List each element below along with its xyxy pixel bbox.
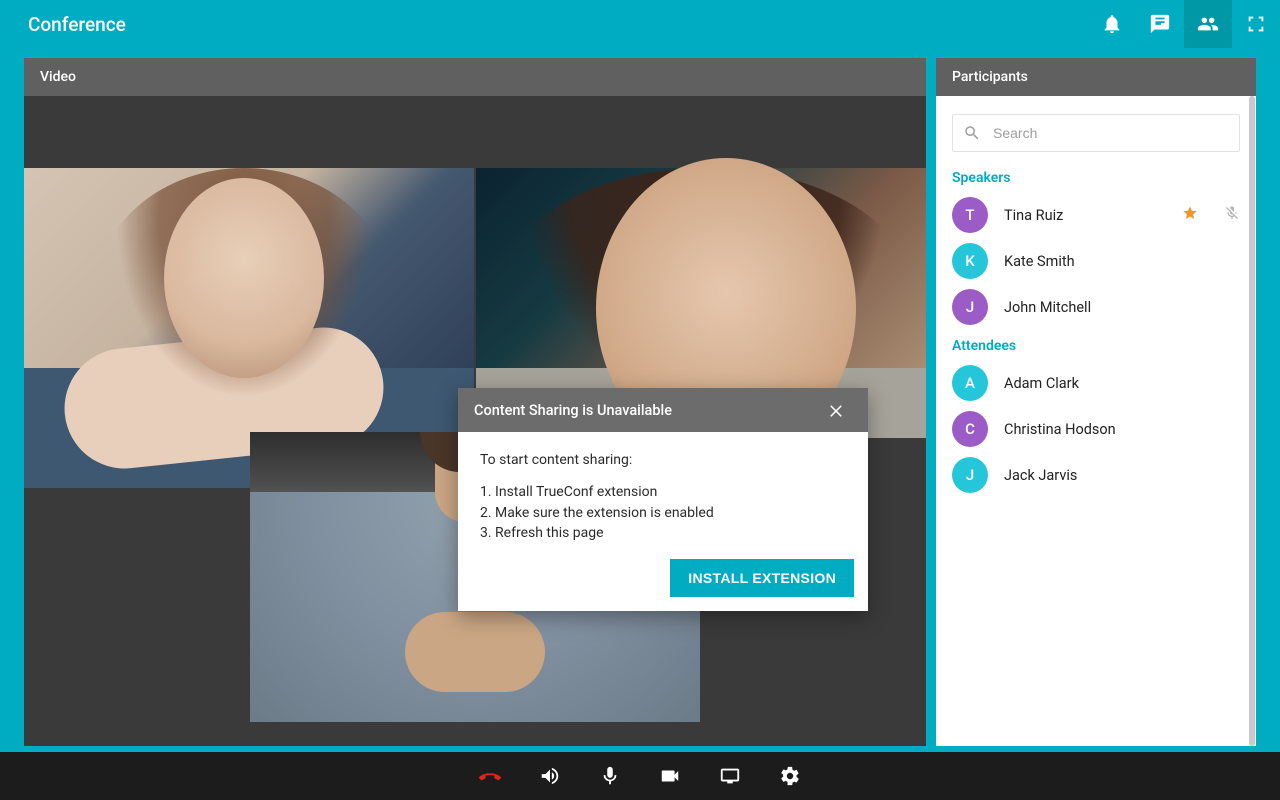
mic-icon bbox=[599, 765, 621, 787]
video-panel-header: Video bbox=[24, 58, 926, 96]
participant-row[interactable]: J John Mitchell bbox=[936, 284, 1256, 330]
video-panel: Video Content Sharing is Una bbox=[24, 58, 926, 746]
fullscreen-icon bbox=[1245, 13, 1267, 35]
search-icon bbox=[963, 124, 981, 142]
settings-button[interactable] bbox=[775, 761, 805, 791]
participant-name: Kate Smith bbox=[1004, 253, 1240, 270]
mic-button[interactable] bbox=[595, 761, 625, 791]
dialog-intro: To start content sharing: bbox=[480, 450, 846, 470]
avatar: J bbox=[952, 457, 988, 493]
speakers-label: Speakers bbox=[936, 162, 1256, 192]
bottom-bar bbox=[0, 752, 1280, 800]
participant-row[interactable]: T Tina Ruiz bbox=[936, 192, 1256, 238]
people-icon bbox=[1197, 13, 1219, 35]
participant-row[interactable]: K Kate Smith bbox=[936, 238, 1256, 284]
avatar: C bbox=[952, 411, 988, 447]
participant-row[interactable]: J Jack Jarvis bbox=[936, 452, 1256, 498]
camera-button[interactable] bbox=[655, 761, 685, 791]
avatar: J bbox=[952, 289, 988, 325]
dialog-step: 2. Make sure the extension is enabled bbox=[480, 503, 846, 523]
participant-name: Adam Clark bbox=[1004, 375, 1240, 392]
gear-icon bbox=[779, 765, 801, 787]
participant-name: John Mitchell bbox=[1004, 299, 1240, 316]
camera-icon bbox=[659, 765, 681, 787]
main-area: Video Content Sharing is Una bbox=[0, 48, 1280, 752]
fullscreen-button[interactable] bbox=[1232, 0, 1280, 48]
screen-share-icon bbox=[719, 765, 741, 787]
participant-row[interactable]: A Adam Clark bbox=[936, 360, 1256, 406]
dialog-title: Content Sharing is Unavailable bbox=[474, 402, 672, 419]
speakers-list: T Tina Ruiz K Kate Smith J John Mitchell bbox=[936, 192, 1256, 330]
video-tile[interactable] bbox=[24, 168, 474, 430]
notifications-button[interactable] bbox=[1088, 0, 1136, 48]
hangup-button[interactable] bbox=[475, 761, 505, 791]
hangup-icon bbox=[477, 765, 503, 787]
participants-button[interactable] bbox=[1184, 0, 1232, 48]
speaker-button[interactable] bbox=[535, 761, 565, 791]
video-grid: Content Sharing is Unavailable To start … bbox=[24, 96, 926, 746]
search-input[interactable] bbox=[993, 125, 1229, 141]
scrollbar[interactable] bbox=[1249, 96, 1255, 746]
participant-row[interactable]: C Christina Hodson bbox=[936, 406, 1256, 452]
participant-name: Christina Hodson bbox=[1004, 421, 1240, 438]
close-icon bbox=[827, 401, 845, 419]
dialog-close-button[interactable] bbox=[820, 401, 852, 419]
dialog-header: Content Sharing is Unavailable bbox=[458, 388, 868, 432]
mic-off-icon bbox=[1224, 205, 1240, 225]
avatar: K bbox=[952, 243, 988, 279]
attendees-label: Attendees bbox=[936, 330, 1256, 360]
page-title: Conference bbox=[28, 13, 1088, 36]
content-sharing-dialog: Content Sharing is Unavailable To start … bbox=[458, 388, 868, 611]
chat-button[interactable] bbox=[1136, 0, 1184, 48]
top-bar: Conference bbox=[0, 0, 1280, 48]
star-icon bbox=[1182, 205, 1198, 225]
screen-share-button[interactable] bbox=[715, 761, 745, 791]
avatar: A bbox=[952, 365, 988, 401]
bell-icon bbox=[1101, 13, 1123, 35]
participants-body: Speakers T Tina Ruiz K Kate Smith J John Mitc… bbox=[936, 96, 1256, 746]
topbar-icons bbox=[1088, 0, 1280, 48]
attendees-list: A Adam Clark C Christina Hodson J Jack Jarvis bbox=[936, 360, 1256, 498]
participant-name: Tina Ruiz bbox=[1004, 207, 1166, 224]
participants-panel-header: Participants bbox=[936, 58, 1256, 96]
search-box[interactable] bbox=[952, 114, 1240, 152]
speaker-icon bbox=[539, 765, 561, 787]
participants-panel: Participants Speakers T Tina Ruiz K Kate Sm… bbox=[936, 58, 1256, 746]
avatar: T bbox=[952, 197, 988, 233]
chat-icon bbox=[1149, 13, 1171, 35]
dialog-step: 1. Install TrueConf extension bbox=[480, 482, 846, 502]
dialog-step: 3. Refresh this page bbox=[480, 523, 846, 543]
participant-name: Jack Jarvis bbox=[1004, 467, 1240, 484]
install-extension-button[interactable]: INSTALL EXTENSION bbox=[670, 559, 854, 597]
dialog-body: To start content sharing: 1. Install Tru… bbox=[458, 432, 868, 549]
